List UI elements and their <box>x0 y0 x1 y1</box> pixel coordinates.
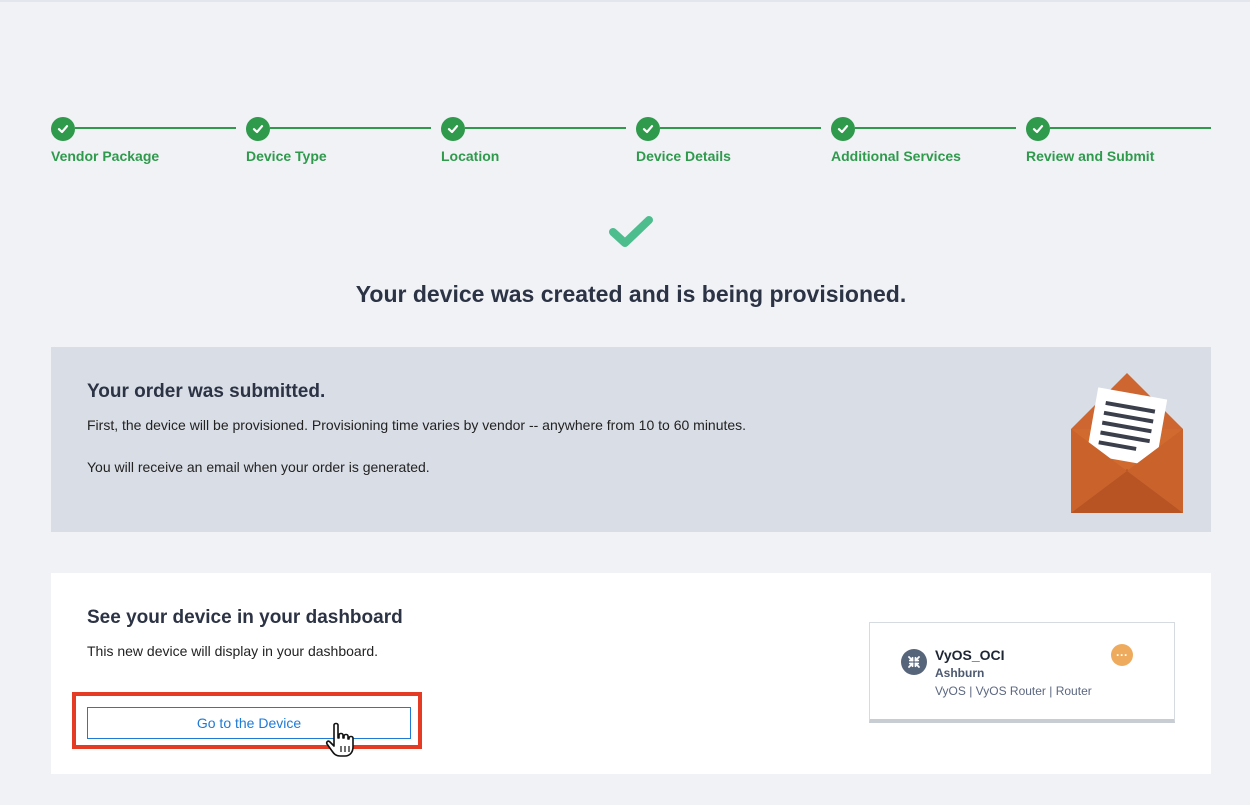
check-icon <box>246 117 270 141</box>
step-location[interactable]: Location <box>441 117 636 167</box>
order-provisioning-text: First, the device will be provisioned. P… <box>87 417 747 433</box>
step-device-type[interactable]: Device Type <box>246 117 441 167</box>
dashboard-panel: See your device in your dashboard This n… <box>51 573 1211 774</box>
step-connector <box>660 127 821 129</box>
step-label: Device Type <box>246 148 327 164</box>
order-email-text: You will receive an email when your orde… <box>87 459 430 475</box>
top-divider <box>0 0 1250 2</box>
device-location: Ashburn <box>935 666 985 680</box>
step-connector <box>855 127 1016 129</box>
step-label: Review and Submit <box>1026 148 1155 164</box>
dashboard-title: See your device in your dashboard <box>87 607 403 628</box>
step-review-and-submit[interactable]: Review and Submit <box>1026 117 1221 167</box>
check-icon <box>441 117 465 141</box>
step-label: Vendor Package <box>51 148 160 164</box>
device-card[interactable]: VyOS_OCI Ashburn VyOS | VyOS Router | Ro… <box>869 622 1175 723</box>
step-connector <box>465 127 626 129</box>
step-device-details[interactable]: Device Details <box>636 117 831 167</box>
hand-pointer-icon <box>325 722 354 757</box>
step-label: Location <box>441 148 500 164</box>
envelope-letter-icon <box>1071 373 1183 513</box>
step-vendor-package[interactable]: Vendor Package <box>51 117 246 167</box>
success-headline: Your device was created and is being pro… <box>355 281 907 307</box>
more-icon[interactable]: ··· <box>1111 644 1133 666</box>
check-icon <box>1026 117 1050 141</box>
order-title: Your order was submitted. <box>87 381 326 402</box>
check-icon <box>636 117 660 141</box>
device-name: VyOS_OCI <box>935 647 1005 663</box>
check-icon <box>51 117 75 141</box>
step-connector <box>75 127 236 129</box>
dashboard-text: This new device will display in your das… <box>87 643 379 659</box>
check-icon <box>831 117 855 141</box>
step-label: Additional Services <box>831 148 961 164</box>
step-additional-services[interactable]: Additional Services <box>831 117 1026 167</box>
order-submitted-panel: Your order was submitted. First, the dev… <box>51 347 1211 532</box>
go-to-device-button[interactable]: Go to the Device <box>87 707 411 739</box>
step-label: Device Details <box>636 148 731 164</box>
device-description: VyOS | VyOS Router | Router <box>935 684 1092 698</box>
step-connector <box>1050 127 1211 129</box>
checkmark-icon <box>609 216 653 247</box>
router-icon <box>901 649 927 675</box>
progress-stepper: Vendor Package Device Type Location Devi… <box>51 117 1211 167</box>
step-connector <box>270 127 431 129</box>
